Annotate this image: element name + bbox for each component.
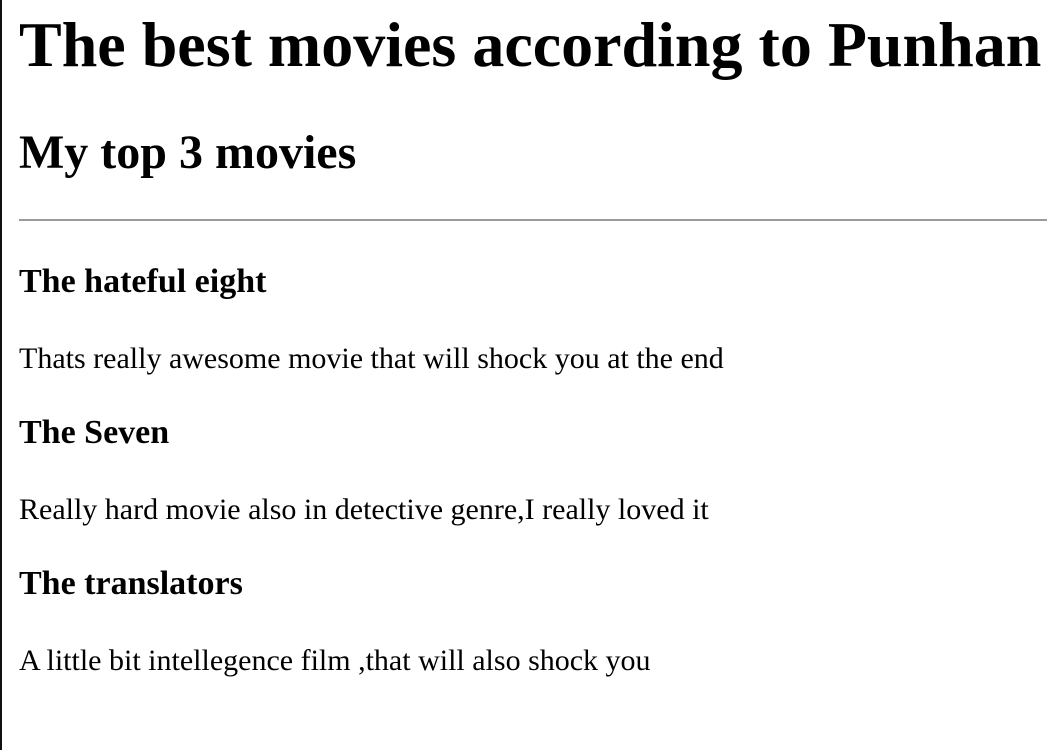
- page-title: The best movies according to Punhan: [19, 9, 1042, 80]
- movie-description: Really hard movie also in detective genr…: [19, 493, 709, 526]
- movie-item-the-seven: The Seven Really hard movie also in dete…: [19, 414, 1047, 527]
- movie-item-the-translators: The translators A little bit intellegenc…: [19, 565, 1047, 678]
- page-left-border: [0, 0, 2, 750]
- movie-title: The Seven: [19, 414, 170, 451]
- movie-title: The hateful eight: [19, 263, 267, 300]
- movie-item-hateful-eight: The hateful eight Thats really awesome m…: [19, 263, 1047, 376]
- section-title: My top 3 movies: [19, 126, 357, 179]
- movie-description: A little bit intellegence film ,that wil…: [19, 644, 651, 677]
- movie-description: Thats really awesome movie that will sho…: [19, 342, 724, 375]
- section-divider: [19, 219, 1047, 221]
- movie-list: The hateful eight Thats really awesome m…: [19, 263, 1047, 678]
- movie-page: The best movies according to Punhan My t…: [19, 0, 1047, 678]
- movie-title: The translators: [19, 565, 243, 602]
